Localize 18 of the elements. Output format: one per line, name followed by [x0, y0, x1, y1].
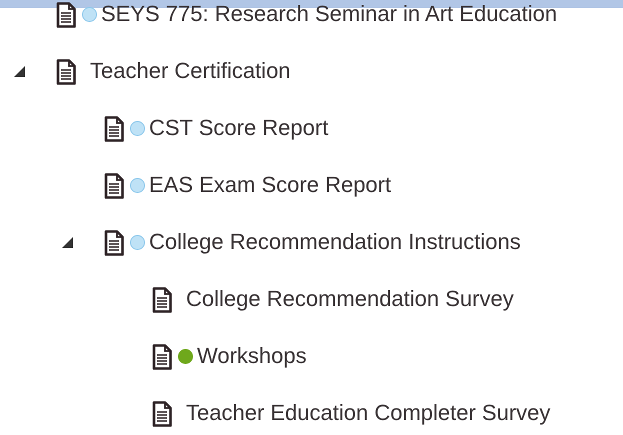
expanded-arrow-icon[interactable]: [14, 66, 25, 77]
document-icon: [104, 172, 124, 198]
document-icon: [56, 2, 76, 28]
document-icon: [104, 230, 124, 256]
tree-item-label[interactable]: College Recommendation Survey: [186, 286, 514, 313]
tree-item-label[interactable]: Teacher Education Completer Survey: [186, 400, 550, 427]
tree-item-label[interactable]: CST Score Report: [149, 115, 328, 142]
tree-item-label[interactable]: SEYS 775: Research Seminar in Art Education: [101, 1, 558, 28]
document-icon: [152, 286, 172, 312]
tree-item-label[interactable]: Workshops: [197, 343, 307, 370]
tree-item-label[interactable]: Teacher Certification: [90, 58, 291, 85]
tree-item-label[interactable]: College Recommendation Instructions: [149, 229, 521, 256]
document-icon: [152, 400, 172, 426]
document-icon: [56, 58, 76, 84]
document-icon: [152, 344, 172, 370]
expanded-arrow-icon[interactable]: [62, 237, 73, 248]
document-icon: [104, 116, 124, 142]
tree-item-label[interactable]: EAS Exam Score Report: [149, 172, 392, 199]
